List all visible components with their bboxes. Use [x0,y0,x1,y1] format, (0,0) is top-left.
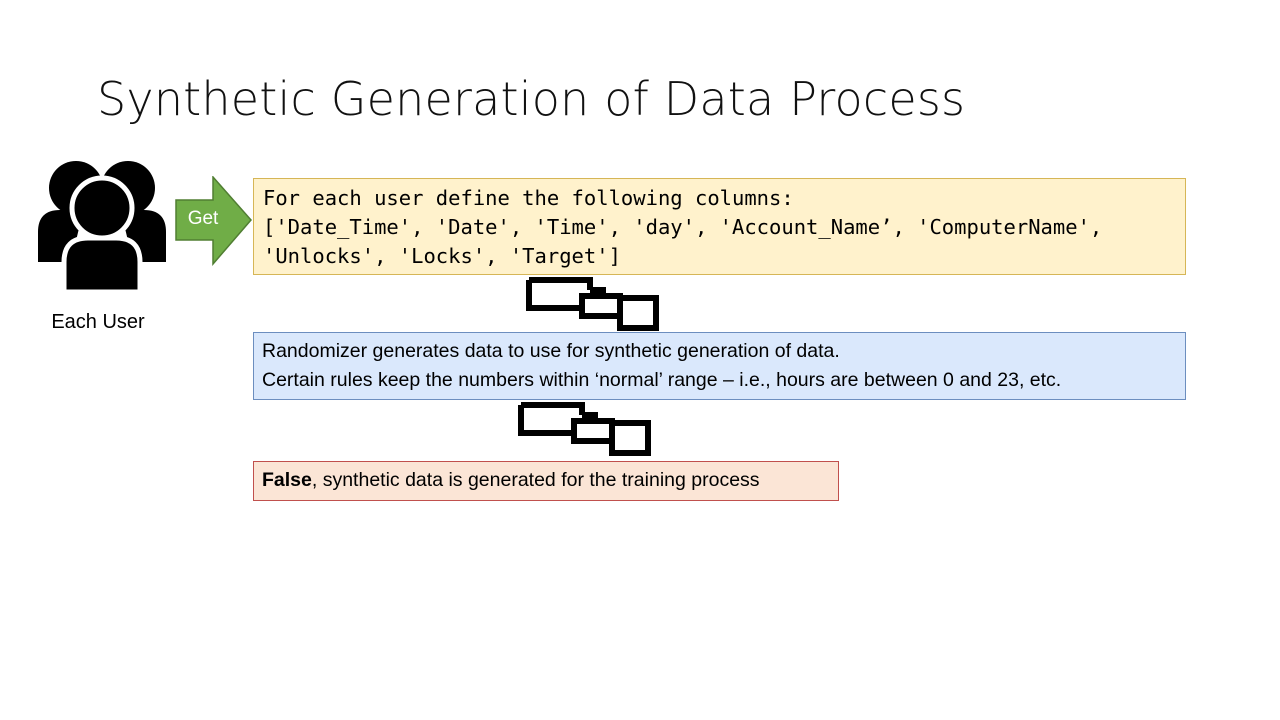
users-icon [38,161,166,292]
false-keyword: False [262,469,312,491]
columns-line-2: ['Date_Time', 'Date', 'Time', 'day', 'Ac… [263,215,1103,239]
slide-title: Synthetic Generation of Data Process [97,72,966,126]
columns-line-1: For each user define the following colum… [263,186,794,210]
randomizer-box: Randomizer generates data to use for syn… [253,332,1186,400]
each-user-label: Each User [51,311,145,333]
false-result-text: , synthetic data is generated for the tr… [311,469,760,491]
randomizer-line-2: Certain rules keep the numbers within ‘n… [262,369,1062,391]
randomizer-line-1: Randomizer generates data to use for syn… [262,340,840,362]
columns-line-3: 'Unlocks', 'Locks', 'Target'] [263,244,621,268]
columns-definition-box: For each user define the following colum… [253,178,1186,275]
false-result-box: False, synthetic data is generated for t… [253,461,839,501]
pipe-connector-icon [518,402,651,456]
get-arrow-label: Get [187,208,219,229]
pipe-connector-icon [526,277,659,331]
